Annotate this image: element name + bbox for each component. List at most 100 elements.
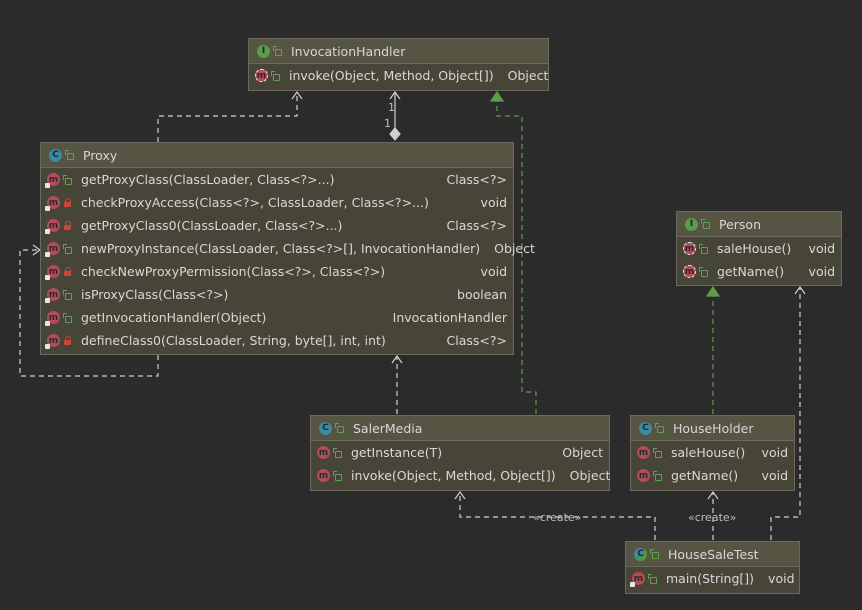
abstract-method-icon: m [255,69,268,82]
private-visibility-icon [63,220,73,231]
public-visibility-icon [63,289,73,300]
edge-implements-arrowhead-person [705,285,721,297]
method-icon: m [637,469,650,482]
method-name: defineClass0(ClassLoader, String, byte[]… [81,333,386,348]
method-return-type: boolean [457,287,507,302]
node-title: Proxy [83,147,118,163]
method-return-type: Object [569,468,611,483]
static-method-icon: m [45,311,60,326]
method-return-type: Object [494,241,535,256]
method-name: getName() [717,264,785,279]
method-row[interactable]: m saleHouse() void [631,441,794,464]
node-house-sale-test[interactable]: C HouseSaleTest m main(String[]) void [625,541,800,594]
method-return-type: void [768,571,795,586]
method-return-type: Object [507,68,549,83]
edge-test-to-person [770,287,801,540]
abstract-method-icon: m [683,265,696,278]
method-name: getProxyClass0(ClassLoader, Class<?>...) [81,218,343,233]
method-row[interactable]: m isProxyClass(Class<?>) boolean [41,283,513,306]
method-row[interactable]: m checkProxyAccess(Class<?>, ClassLoader… [41,191,513,214]
public-visibility-icon [653,447,663,458]
static-method-icon: m [630,572,645,587]
node-invocation-handler[interactable]: I InvocationHandler m invoke(Object, Met… [248,38,549,91]
public-visibility-icon [63,174,73,185]
method-icon: m [317,446,330,459]
method-name: isProxyClass(Class<?>) [81,287,229,302]
edge-aggregation-diamond [389,127,401,141]
method-row[interactable]: m getName() void [677,260,841,283]
method-row[interactable]: m invoke(Object, Method, Object[]) Objec… [249,64,548,87]
node-title: InvocationHandler [291,43,406,59]
method-name: checkProxyAccess(Class<?>, ClassLoader, … [81,195,429,210]
method-return-type: void [480,195,507,210]
method-return-type: void [761,445,788,460]
static-method-icon: m [45,265,60,280]
interface-icon: I [685,217,698,231]
method-return-type: Class<?> [446,333,507,348]
method-row[interactable]: m newProxyInstance(ClassLoader, Class<?>… [41,237,535,260]
node-saler-media[interactable]: C SalerMedia m getInstance(T) Object m i… [310,415,610,491]
method-return-type: void [808,264,835,279]
node-proxy[interactable]: C Proxy m getProxyClass(ClassLoader, Cla… [40,142,535,355]
runnable-class-icon: C [634,547,647,561]
public-visibility-icon [699,243,709,254]
static-method-icon: m [45,334,60,349]
abstract-method-icon: m [683,242,696,255]
method-name: main(String[]) [666,571,755,586]
static-method-icon: m [45,242,60,257]
node-person-header: I Person [677,212,841,237]
static-method-icon: m [45,288,60,303]
method-row[interactable]: m defineClass0(ClassLoader, String, byte… [41,329,513,352]
node-title: HouseHolder [673,420,754,436]
method-name: invoke(Object, Method, Object[]) [289,68,494,83]
private-visibility-icon [63,197,73,208]
method-row[interactable]: m main(String[]) void [626,567,799,590]
public-visibility-icon [333,447,343,458]
node-person[interactable]: I Person m saleHouse() void m getName() … [676,211,842,286]
edge-proxy-to-invocation-handler [157,92,298,142]
class-icon: C [639,421,652,435]
node-house-sale-test-header: C HouseSaleTest [626,542,799,567]
method-row[interactable]: m checkNewProxyPermission(Class<?>, Clas… [41,260,513,283]
public-visibility-icon [650,549,660,559]
method-name: invoke(Object, Method, Object[]) [351,468,556,483]
method-row[interactable]: m getName() void [631,464,794,487]
node-proxy-header: C Proxy [41,143,513,168]
method-return-type: void [761,468,788,483]
method-name: saleHouse() [671,445,746,460]
public-visibility-icon [271,70,281,81]
interface-icon: I [257,44,270,58]
method-name: checkNewProxyPermission(Class<?>, Class<… [81,264,386,279]
node-house-holder[interactable]: C HouseHolder m saleHouse() void m getNa… [630,415,795,491]
method-return-type: Class<?> [446,172,507,187]
method-name: getInstance(T) [351,445,443,460]
public-visibility-icon [273,46,283,56]
public-visibility-icon [699,266,709,277]
method-name: newProxyInstance(ClassLoader, Class<?>[]… [81,241,481,256]
node-saler-media-header: C SalerMedia [311,416,609,441]
public-visibility-icon [653,470,663,481]
node-invocation-handler-header: I InvocationHandler [249,39,548,64]
class-icon: C [49,148,62,162]
node-house-holder-header: C HouseHolder [631,416,794,441]
method-return-type: void [808,241,835,256]
method-return-type: Object [562,445,603,460]
method-row[interactable]: m getInvocationHandler(Object) Invocatio… [41,306,513,329]
method-row[interactable]: m getProxyClass0(ClassLoader, Class<?>..… [41,214,513,237]
method-return-type: Class<?> [446,218,507,233]
public-visibility-icon [648,573,658,584]
method-name: getProxyClass(ClassLoader, Class<?>...) [81,172,335,187]
method-row[interactable]: m getInstance(T) Object [311,441,609,464]
public-visibility-icon [63,312,73,323]
multiplicity-label-bottom: 1 [384,117,391,130]
node-title: SalerMedia [353,420,423,436]
public-visibility-icon [333,470,343,481]
method-row[interactable]: m getProxyClass(ClassLoader, Class<?>...… [41,168,513,191]
method-name: getInvocationHandler(Object) [81,310,267,325]
method-row[interactable]: m invoke(Object, Method, Object[]) Objec… [311,464,611,487]
public-visibility-icon [65,150,75,160]
method-return-type: void [480,264,507,279]
method-icon: m [637,446,650,459]
create-label-saler-media: «create» [533,511,582,524]
method-row[interactable]: m saleHouse() void [677,237,841,260]
